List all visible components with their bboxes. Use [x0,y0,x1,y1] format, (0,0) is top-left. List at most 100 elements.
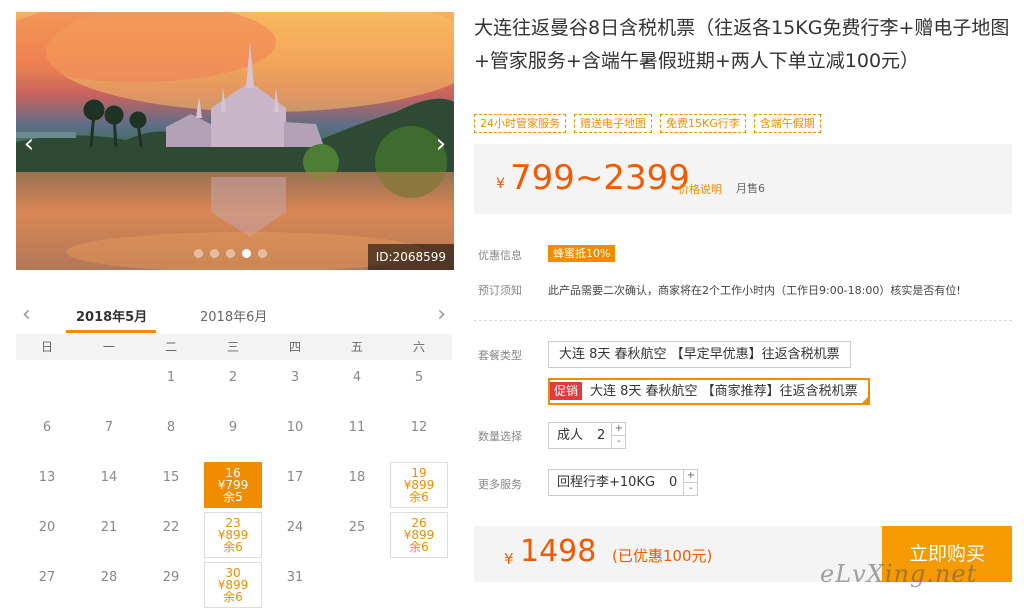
price-explain-link[interactable]: 价格说明 [678,181,722,197]
day-number: 15 [162,470,180,485]
calendar-day-cell: 21 [78,510,140,560]
stepper-buttons: + - [611,423,626,448]
calendar-day-cell: 20 [16,510,78,560]
calendar-day-cell: 7 [78,410,140,460]
calendar-day-cell: 29 [140,560,202,608]
notice-text: 此产品需要二次确认，商家将在2个工作小时内（工作日9:00-18:00）核实是否… [548,284,961,297]
temple-photo [16,12,454,270]
date-calendar: ‹ 2018年5月 2018年6月 › 日一二三四五六 1 2 3 4 5 6 7 8 9 10 1… [16,300,452,608]
calendar-day-cell: 14 [78,460,140,510]
day-number: 13 [38,470,56,485]
day-number: 22 [162,520,180,535]
day-number: 9 [228,420,238,435]
calendar-grid: 1 2 3 4 5 6 7 8 9 10 11 12 13 14 15 16 ¥799 余5 17 18 19 ¥899 余… [16,360,452,608]
service-minus-button[interactable]: - [684,482,698,494]
quantity-minus-button[interactable]: - [612,435,626,447]
carousel-dots [194,249,267,258]
weekday-label: 六 [412,340,425,354]
calendar-day-cell: 23 ¥899 余6 [202,510,264,560]
calendar-day-cell: 27 [16,560,78,608]
day-number: 4 [352,370,362,385]
promo-label: 优惠信息 [478,249,522,262]
calendar-header: ‹ 2018年5月 2018年6月 › [16,300,452,334]
calendar-day-cell: 6 [16,410,78,460]
day-stock: 余6 [409,540,429,554]
selected-date[interactable]: 16 ¥799 余5 [204,462,262,508]
calendar-day-cell: 17 [264,460,326,510]
carousel-dot[interactable] [210,249,219,258]
weekday-label: 四 [288,340,301,354]
quantity-value[interactable]: 2 [591,423,611,448]
day-number: 28 [100,570,118,585]
carousel-dot[interactable] [226,249,235,258]
calendar-day-cell: 11 [326,410,388,460]
product-tags: 24小时管家服务 赠送电子地图 免费15KG行李 含端午假期 [474,114,821,133]
calendar-day-cell: 9 [202,410,264,460]
calendar-day-cell: 8 [140,410,202,460]
available-date[interactable]: 19 ¥899 余6 [390,462,448,508]
calendar-day-cell: 5 [388,360,450,410]
day-number: 5 [414,370,424,385]
calendar-day-cell: 12 [388,410,450,460]
carousel-dot[interactable] [258,249,267,258]
calendar-day-cell: 24 [264,510,326,560]
tag-holiday: 含端午假期 [753,114,821,133]
day-number: 31 [286,570,304,585]
calendar-day-cell: 2 [202,360,264,410]
service-name: 回程行李+10KG [557,475,656,490]
promo-sale-badge: 促销 [550,382,583,400]
day-number: 3 [290,370,300,385]
weekday-label: 日 [40,340,53,354]
price-currency: ¥ [496,176,505,192]
available-date[interactable]: 26 ¥899 余6 [390,512,448,558]
day-number: 12 [410,420,428,435]
day-number: 11 [348,420,366,435]
calendar-day-cell: 19 ¥899 余6 [388,460,450,510]
package-option-early-bird[interactable]: 大连 8天 春秋航空 【早定早优惠】往返含税机票 [548,341,851,368]
day-number: 8 [166,420,176,435]
package-option-recommended[interactable]: 促销 大连 8天 春秋航空 【商家推荐】往返含税机票 [548,378,870,405]
stepper-buttons: + - [683,470,698,495]
watermark-logo: eLvXing.net [820,560,978,588]
carousel-dot[interactable] [242,249,251,258]
monthly-sales: 月售6 [736,182,765,195]
quantity-plus-button[interactable]: + [612,423,625,435]
service-plus-button[interactable]: + [684,470,697,482]
image-id-badge: ID:2068599 [367,244,454,270]
hero-next-arrow[interactable]: › [432,130,450,158]
tag-e-map: 赠送电子地图 [574,114,652,133]
available-date[interactable]: 30 ¥899 余6 [204,562,262,608]
day-stock: 余6 [223,590,243,604]
available-date[interactable]: 23 ¥899 余6 [204,512,262,558]
day-number: 2 [228,370,238,385]
hero-prev-arrow[interactable]: ‹ [20,130,38,158]
quantity-label: 数量选择 [478,430,522,443]
product-title: 大连往返曼谷8日含税机票（往返各15KG免费行李+赠电子地图+管家服务+含端午暑… [474,17,1010,72]
carousel-dot[interactable] [194,249,203,258]
day-number: 18 [348,470,366,485]
day-stock: 余5 [223,490,243,504]
total-price: 1498 [520,534,597,569]
day-number: 14 [100,470,118,485]
service-quantity-value[interactable]: 0 [663,470,683,495]
promo-badge: 蜂蜜抵10% [548,245,616,262]
calendar-day-cell [388,560,450,608]
calendar-day-cell: 13 [16,460,78,510]
calendar-prev-icon[interactable]: ‹ [22,302,31,327]
hero-image: ‹ › ID:2068599 [16,12,454,270]
tag-butler-service: 24小时管家服务 [474,114,566,133]
calendar-day-cell: 3 [264,360,326,410]
calendar-next-icon[interactable]: › [437,302,446,327]
calendar-day-cell [326,560,388,608]
calendar-day-cell [16,360,78,410]
calendar-day-cell: 1 [140,360,202,410]
month-tab-june[interactable]: 2018年6月 [200,306,267,325]
calendar-day-cell: 10 [264,410,326,460]
day-number: 20 [38,520,56,535]
day-number: 25 [348,520,366,535]
price-range: 799~2399 [510,158,690,198]
month-tab-may[interactable]: 2018年5月 [76,306,147,325]
notice-label: 预订须知 [478,284,522,297]
selected-check-corner-icon [860,396,869,404]
day-number: 7 [104,420,114,435]
